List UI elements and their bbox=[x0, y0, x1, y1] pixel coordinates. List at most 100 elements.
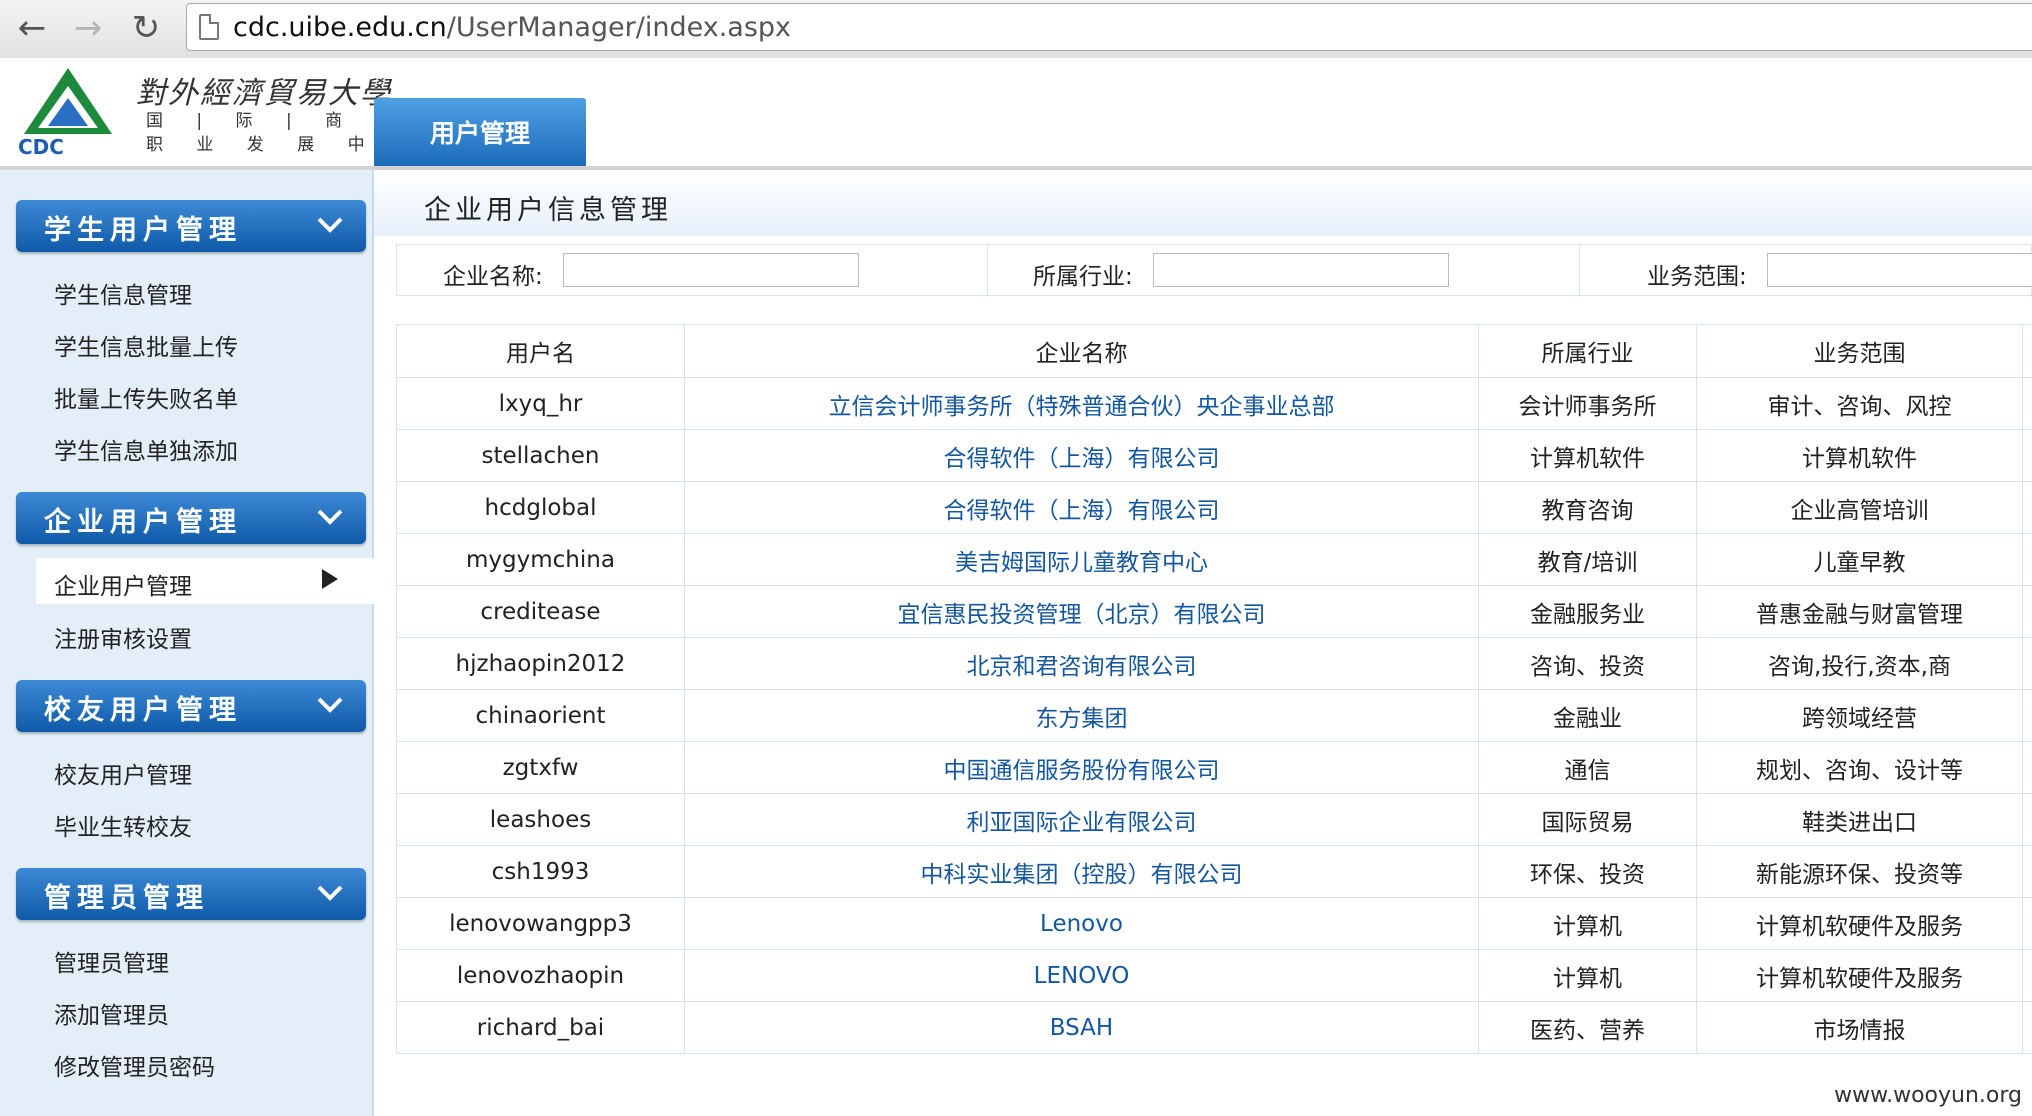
cell-company-link[interactable]: 立信会计师事务所（特殊普通合伙）央企事业总部 bbox=[684, 377, 1479, 430]
sidebar-section-title: 管理员管理 bbox=[44, 883, 209, 914]
cell-company-link[interactable]: 合得软件（上海）有限公司 bbox=[684, 481, 1479, 534]
cell-username: mygymchina bbox=[396, 533, 685, 586]
cell-industry: 咨询、投资 bbox=[1478, 637, 1697, 690]
cell-scope: 咨询,投行,资本,商 bbox=[1696, 637, 2023, 690]
table-row: creditease 宜信惠民投资管理（北京）有限公司 金融服务业 普惠金融与财富管理 bbox=[396, 585, 2032, 638]
cell-industry: 金融服务业 bbox=[1478, 585, 1697, 638]
sidebar-item-enterprise-users-active[interactable]: 企业用户管理 bbox=[36, 558, 374, 604]
watermark: www.wooyun.org bbox=[1834, 1083, 2022, 1108]
cell-industry: 会计师事务所 bbox=[1478, 377, 1697, 430]
cell-industry: 环保、投资 bbox=[1478, 845, 1697, 898]
cell-company-link[interactable]: BSAH bbox=[684, 1001, 1479, 1054]
sidebar-section-alumni[interactable]: 校友用户管理 bbox=[16, 680, 366, 732]
cell-extra bbox=[2022, 897, 2032, 950]
enterprise-users-table: 用户名 企业名称 所属行业 业务范围 lxyq_hr 立信会计师事务所（特殊普通合… bbox=[396, 324, 2032, 1054]
table-body: lxyq_hr 立信会计师事务所（特殊普通合伙）央企事业总部 会计师事务所 审计、咨询… bbox=[396, 377, 2032, 1054]
forward-arrow-icon[interactable]: → bbox=[66, 6, 110, 50]
table-row: lxyq_hr 立信会计师事务所（特殊普通合伙）央企事业总部 会计师事务所 审计、咨询… bbox=[396, 377, 2032, 430]
cell-company-link[interactable]: 合得软件（上海）有限公司 bbox=[684, 429, 1479, 482]
sidebar-section-title: 学生用户管理 bbox=[44, 215, 242, 246]
page-icon bbox=[199, 14, 219, 40]
cell-company-link[interactable]: LENOVO bbox=[684, 949, 1479, 1002]
title-bar: 企业用户信息管理 bbox=[374, 172, 2032, 236]
cell-company-link[interactable]: Lenovo bbox=[684, 897, 1479, 950]
cell-company-link[interactable]: 宜信惠民投资管理（北京）有限公司 bbox=[684, 585, 1479, 638]
chevron-down-icon bbox=[317, 885, 343, 901]
column-header-username: 用户名 bbox=[396, 324, 685, 378]
sidebar-item-alumni-users[interactable]: 校友用户管理 bbox=[54, 756, 192, 790]
sidebar-item-student-batch-upload[interactable]: 学生信息批量上传 bbox=[54, 328, 238, 362]
sidebar-item-student-single-add[interactable]: 学生信息单独添加 bbox=[54, 432, 238, 466]
cell-industry: 教育/培训 bbox=[1478, 533, 1697, 586]
sidebar-section-enterprise[interactable]: 企业用户管理 bbox=[16, 492, 366, 544]
arrow-right-icon bbox=[322, 569, 338, 589]
sidebar-item-add-admin[interactable]: 添加管理员 bbox=[54, 996, 169, 1030]
business-scope-input[interactable] bbox=[1767, 253, 2032, 287]
cell-scope: 跨领域经营 bbox=[1696, 689, 2023, 742]
filter-divider bbox=[987, 245, 988, 295]
cell-username: csh1993 bbox=[396, 845, 685, 898]
table-row: chinaorient 东方集团 金融业 跨领域经营 bbox=[396, 689, 2032, 742]
column-header-scope: 业务范围 bbox=[1696, 324, 2023, 378]
industry-input[interactable] bbox=[1153, 253, 1449, 287]
cell-company-link[interactable]: 利亚国际企业有限公司 bbox=[684, 793, 1479, 846]
sidebar-item-student-info[interactable]: 学生信息管理 bbox=[54, 276, 192, 310]
sidebar-section-admin[interactable]: 管理员管理 bbox=[16, 868, 366, 920]
table-row: lenovozhaopin LENOVO 计算机 计算机软硬件及服务 bbox=[396, 949, 2032, 1002]
sidebar: 学生用户管理 学生信息管理 学生信息批量上传 批量上传失败名单 学生信息单独添加… bbox=[0, 170, 374, 1116]
chevron-down-icon bbox=[317, 697, 343, 713]
cell-company-link[interactable]: 中国通信服务股份有限公司 bbox=[684, 741, 1479, 794]
sidebar-section-title: 校友用户管理 bbox=[44, 695, 242, 726]
page-title: 企业用户信息管理 bbox=[424, 195, 672, 226]
cell-username: richard_bai bbox=[396, 1001, 685, 1054]
cell-extra bbox=[2022, 741, 2032, 794]
company-name-input[interactable] bbox=[563, 253, 859, 287]
cell-scope: 规划、咨询、设计等 bbox=[1696, 741, 2023, 794]
cell-scope: 企业高管培训 bbox=[1696, 481, 2023, 534]
cell-extra bbox=[2022, 533, 2032, 586]
cell-extra bbox=[2022, 689, 2032, 742]
filter-bar: 企业名称: 所属行业: 业务范围: bbox=[396, 244, 2032, 296]
table-row: hcdglobal 合得软件（上海）有限公司 教育咨询 企业高管培训 bbox=[396, 481, 2032, 534]
filter-divider bbox=[1579, 245, 1580, 295]
cell-company-link[interactable]: 中科实业集团（控股）有限公司 bbox=[684, 845, 1479, 898]
cell-username: hcdglobal bbox=[396, 481, 685, 534]
cell-username: lxyq_hr bbox=[396, 377, 685, 430]
cell-username: lenovozhaopin bbox=[396, 949, 685, 1002]
sidebar-item-upload-failed-list[interactable]: 批量上传失败名单 bbox=[54, 380, 238, 414]
cell-extra bbox=[2022, 637, 2032, 690]
sidebar-item-change-admin-password[interactable]: 修改管理员密码 bbox=[54, 1048, 215, 1082]
cell-extra bbox=[2022, 585, 2032, 638]
column-header-extra bbox=[2022, 324, 2032, 378]
cell-industry: 金融业 bbox=[1478, 689, 1697, 742]
table-header-row: 用户名 企业名称 所属行业 业务范围 bbox=[396, 324, 2032, 378]
reload-icon[interactable]: ↻ bbox=[124, 6, 168, 50]
sidebar-item-registration-review[interactable]: 注册审核设置 bbox=[54, 620, 192, 654]
tab-user-management[interactable]: 用户管理 bbox=[374, 98, 586, 166]
industry-label: 所属行业: bbox=[1033, 264, 1133, 290]
table-row: csh1993 中科实业集团（控股）有限公司 环保、投资 新能源环保、投资等 bbox=[396, 845, 2032, 898]
address-bar[interactable]: cdc.uibe.edu.cn/UserManager/index.aspx bbox=[186, 3, 2032, 51]
cell-scope: 计算机软硬件及服务 bbox=[1696, 949, 2023, 1002]
cell-industry: 计算机软件 bbox=[1478, 429, 1697, 482]
cell-username: lenovowangpp3 bbox=[396, 897, 685, 950]
cell-company-link[interactable]: 美吉姆国际儿童教育中心 bbox=[684, 533, 1479, 586]
sidebar-section-title: 企业用户管理 bbox=[44, 507, 242, 538]
cell-company-link[interactable]: 东方集团 bbox=[684, 689, 1479, 742]
cell-username: zgtxfw bbox=[396, 741, 685, 794]
cell-company-link[interactable]: 北京和君咨询有限公司 bbox=[684, 637, 1479, 690]
company-name-label: 企业名称: bbox=[443, 264, 543, 290]
sidebar-item-graduate-to-alumni[interactable]: 毕业生转校友 bbox=[54, 808, 192, 842]
cell-industry: 国际贸易 bbox=[1478, 793, 1697, 846]
sidebar-item-admin-management[interactable]: 管理员管理 bbox=[54, 944, 169, 978]
table-row: stellachen 合得软件（上海）有限公司 计算机软件 计算机软件 bbox=[396, 429, 2032, 482]
chevron-down-icon bbox=[317, 217, 343, 233]
sidebar-section-student[interactable]: 学生用户管理 bbox=[16, 200, 366, 252]
back-arrow-icon[interactable]: ← bbox=[10, 6, 54, 50]
cell-industry: 计算机 bbox=[1478, 949, 1697, 1002]
table-row: leashoes 利亚国际企业有限公司 国际贸易 鞋类进出口 bbox=[396, 793, 2032, 846]
column-header-industry: 所属行业 bbox=[1478, 324, 1697, 378]
main-content: 企业用户信息管理 企业名称: 所属行业: 业务范围: 用户名 企业名称 所属行业… bbox=[374, 170, 2032, 1116]
table-row: richard_bai BSAH 医药、营养 市场情报 bbox=[396, 1001, 2032, 1054]
chevron-down-icon bbox=[317, 509, 343, 525]
